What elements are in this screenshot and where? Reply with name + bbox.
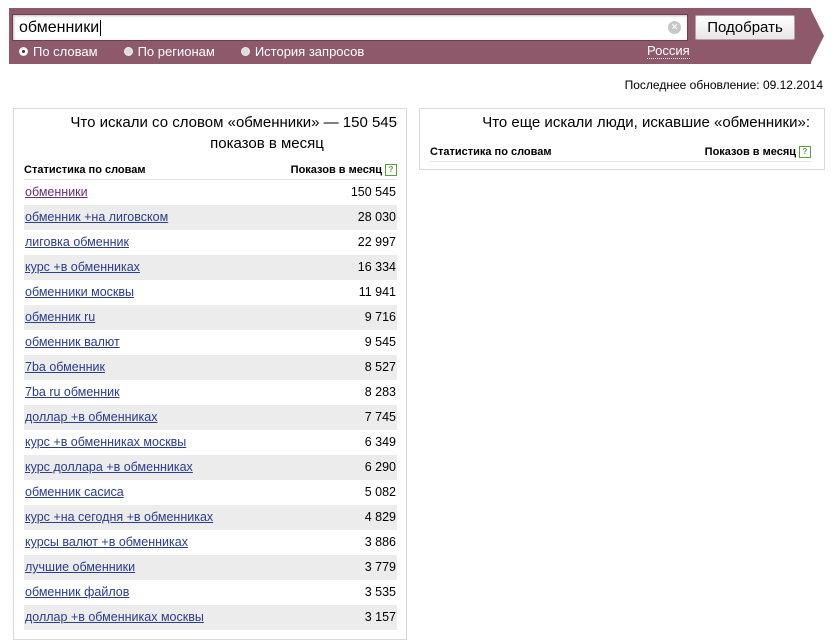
mode-by-words[interactable]: По словам: [19, 44, 98, 59]
shows-count: 150 545: [350, 185, 396, 199]
mode-by-regions[interactable]: По регионам: [123, 43, 215, 59]
keyword-link[interactable]: обменники: [25, 185, 88, 199]
last-update: Последнее обновление: 09.12.2014: [624, 78, 823, 92]
shows-count: 8 283: [364, 385, 396, 399]
table-row: лучшие обменники 3 779: [24, 555, 397, 580]
keyword-link[interactable]: обменник ru: [25, 310, 95, 324]
table-row: лиговка обменник 22 997: [24, 230, 397, 255]
search-input[interactable]: [19, 15, 659, 40]
table-row: доллар +в обменниках москвы 3 157: [24, 605, 397, 630]
keyword-link[interactable]: доллар +в обменниках москвы: [25, 610, 204, 624]
word-stats-panel: Что искали со словом «обменники» — 150 5…: [13, 108, 407, 640]
table-row: курсы валют +в обменниках 3 886: [24, 530, 397, 555]
col-shows-header: Показов в месяц ?: [705, 146, 811, 158]
keyword-link[interactable]: обменник файлов: [25, 585, 129, 599]
shows-count: 3 157: [364, 610, 396, 624]
submit-button[interactable]: Подобрать: [695, 15, 795, 40]
table-row: курс +в обменниках москвы 6 349: [24, 430, 397, 455]
mode-label: По регионам: [137, 43, 215, 59]
shows-count: 9 545: [364, 335, 396, 349]
table-header: Статистика по словам Показов в месяц ?: [430, 144, 811, 162]
mode-history[interactable]: История запросов: [240, 43, 365, 59]
shows-count: 7 745: [364, 410, 396, 424]
radio-icon[interactable]: [240, 46, 250, 56]
table-row: обменник +на лиговском 28 030: [24, 205, 397, 230]
col-shows-label: Показов в месяц: [704, 146, 796, 158]
keyword-link[interactable]: обменник сасиса: [25, 485, 124, 499]
keyword-link[interactable]: обменник +на лиговском: [25, 210, 168, 224]
table-row: 7ba обменник 8 527: [24, 355, 397, 380]
help-icon[interactable]: ?: [385, 164, 397, 176]
table-row: обменники 150 545: [24, 180, 397, 205]
shows-count: 6 290: [364, 460, 396, 474]
shows-count: 3 535: [364, 585, 396, 599]
shows-count: 5 082: [364, 485, 396, 499]
table-row: курс доллара +в обменниках 6 290: [24, 455, 397, 480]
table-row: обменник сасиса 5 082: [24, 480, 397, 505]
clear-icon[interactable]: ×: [668, 21, 681, 34]
keyword-link[interactable]: курс +в обменниках: [25, 260, 140, 274]
keyword-link[interactable]: обменник валют: [25, 335, 120, 349]
keyword-link[interactable]: курсы валют +в обменниках: [25, 535, 188, 549]
keyword-link[interactable]: курс +в обменниках москвы: [25, 435, 186, 449]
keyword-link[interactable]: доллар +в обменниках: [25, 410, 157, 424]
keyword-link[interactable]: 7ba обменник: [25, 360, 105, 374]
search-bar-arrow: [810, 8, 824, 64]
col-words-header: Статистика по словам: [430, 146, 552, 158]
keyword-link[interactable]: обменники москвы: [25, 285, 134, 299]
mode-label: История запросов: [254, 43, 365, 59]
table-row: обменник ru 9 716: [24, 305, 397, 330]
keyword-link[interactable]: курс +на сегодня +в обменниках: [25, 510, 213, 524]
radio-icon[interactable]: [123, 46, 133, 56]
keyword-link[interactable]: лучшие обменники: [25, 560, 135, 574]
search-box[interactable]: ×: [12, 14, 688, 41]
mode-label: По словам: [33, 43, 98, 59]
shows-count: 28 030: [357, 210, 396, 224]
panel-title: Что еще искали люди, искавшие «обменники…: [482, 114, 810, 131]
shows-count: 4 829: [364, 510, 396, 524]
table-row: курс +на сегодня +в обменниках 4 829: [24, 505, 397, 530]
help-icon[interactable]: ?: [799, 146, 811, 158]
search-mode-group: По словам По регионам История запросов: [19, 43, 390, 59]
keyword-table: обменники 150 545 обменник +на лиговском 28…: [24, 180, 397, 630]
keyword-link[interactable]: курс доллара +в обменниках: [25, 460, 193, 474]
region-selector[interactable]: Россия: [647, 44, 690, 59]
shows-count: 16 334: [357, 260, 396, 274]
keyword-link[interactable]: лиговка обменник: [25, 235, 129, 249]
shows-count: 9 716: [364, 310, 396, 324]
radio-icon[interactable]: [19, 46, 28, 56]
table-row: 7ba ru обменник 8 283: [24, 380, 397, 405]
col-words-header: Статистика по словам: [24, 164, 146, 176]
shows-count: 3 886: [364, 535, 396, 549]
col-shows-header: Показов в месяц ?: [291, 164, 397, 176]
shows-count: 22 997: [357, 235, 396, 249]
table-row: обменники москвы 11 941: [24, 280, 397, 305]
shows-count: 3 779: [364, 560, 396, 574]
related-searches-panel: Что еще искали люди, искавшие «обменники…: [419, 108, 825, 170]
col-shows-label: Показов в месяц: [290, 164, 382, 176]
shows-count: 11 941: [358, 285, 396, 299]
panel-title: Что искали со словом «обменники» — 150 5…: [37, 112, 397, 154]
table-row: доллар +в обменниках 7 745: [24, 405, 397, 430]
panel-title-line2: показов в месяц: [210, 135, 324, 152]
table-row: обменник файлов 3 535: [24, 580, 397, 605]
panel-title-line1: Что искали со словом «обменники» — 150 5…: [70, 114, 397, 131]
shows-count: 8 527: [364, 360, 396, 374]
shows-count: 6 349: [364, 435, 396, 449]
table-row: курс +в обменниках 16 334: [24, 255, 397, 280]
table-header: Статистика по словам Показов в месяц ?: [24, 162, 397, 180]
text-caret: [100, 20, 102, 36]
keyword-link[interactable]: 7ba ru обменник: [25, 385, 120, 399]
table-row: обменник валют 9 545: [24, 330, 397, 355]
